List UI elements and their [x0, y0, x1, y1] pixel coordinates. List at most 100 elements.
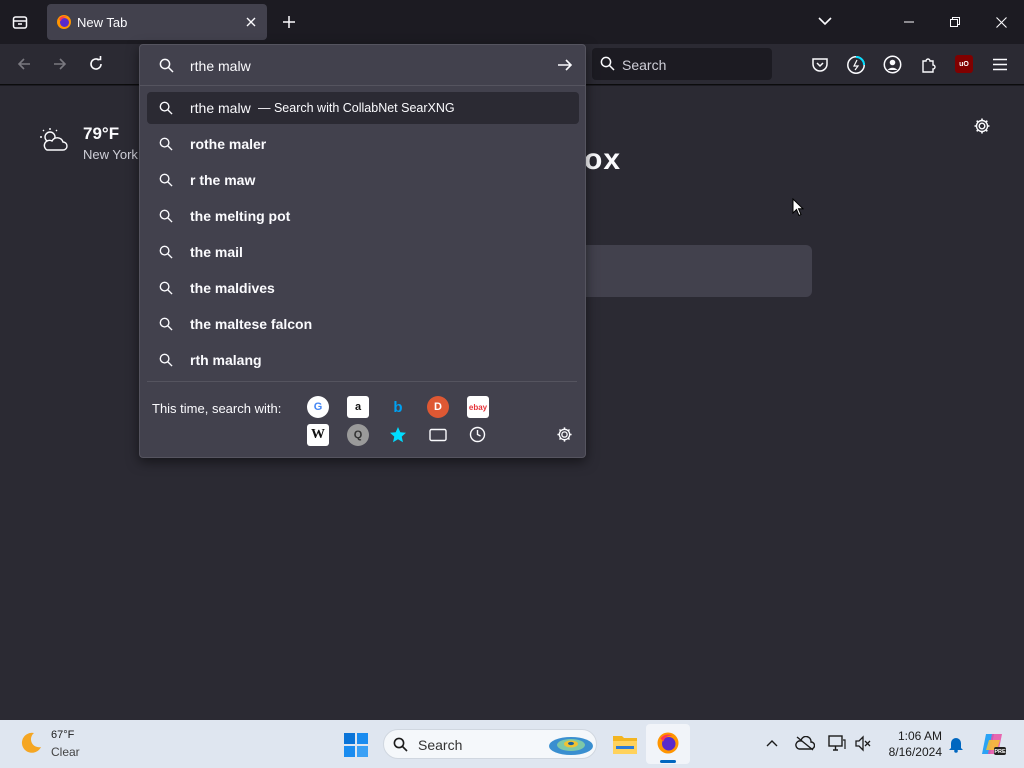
suggestion-text: rothe maler — [190, 136, 267, 152]
taskbar-date[interactable]: 8/16/2024 — [884, 745, 942, 759]
account-icon[interactable] — [883, 55, 902, 74]
list-all-tabs-icon[interactable] — [818, 16, 832, 26]
search-settings-gear-icon[interactable] — [556, 426, 573, 443]
network-icon[interactable] — [828, 735, 846, 752]
urlbar-value[interactable]: rthe malw — [190, 58, 251, 74]
new-tab-icon[interactable] — [282, 15, 296, 29]
oneoff-divider — [147, 381, 577, 382]
bing-icon[interactable]: b — [387, 396, 409, 418]
suggestion-row[interactable]: rth malang — [147, 344, 579, 376]
urlbar-dropdown: rthe malw rthe malw — Search with Collab… — [139, 44, 586, 458]
search-icon — [600, 56, 615, 71]
taskbar-search-label: Search — [418, 737, 463, 753]
weather-location: New York — [83, 147, 138, 162]
wikipedia-icon[interactable]: W — [307, 424, 329, 446]
hamburger-menu-icon[interactable] — [992, 58, 1008, 71]
searxng-icon[interactable]: Q — [347, 424, 369, 446]
suggestion-row[interactable]: the maltese falcon — [147, 308, 579, 340]
extensions-icon[interactable] — [920, 56, 937, 73]
partly-cloudy-icon — [40, 128, 68, 151]
search-highlight-icon — [549, 737, 593, 755]
pocket-icon[interactable] — [811, 56, 829, 74]
minimize-icon — [904, 21, 914, 23]
restore-button[interactable] — [932, 0, 978, 44]
search-icon — [159, 101, 173, 115]
firefox-logo-icon — [657, 732, 679, 754]
tab-list-button[interactable] — [6, 8, 34, 36]
notification-bell-icon[interactable] — [948, 735, 964, 753]
go-arrow-icon[interactable] — [557, 58, 573, 72]
chevron-up-icon[interactable] — [766, 739, 778, 747]
svg-text:PRE: PRE — [994, 749, 1006, 755]
reload-icon — [90, 56, 102, 70]
restore-icon — [950, 17, 960, 27]
toolbar-search-placeholder: Search — [622, 57, 667, 73]
copilot-icon[interactable]: PRE — [980, 732, 1006, 756]
suggestion-row[interactable]: the melting pot — [147, 200, 579, 232]
suggestion-text: rth malang — [190, 352, 262, 368]
forward-arrow-icon — [54, 58, 67, 70]
search-icon — [393, 737, 408, 752]
back-button[interactable] — [8, 48, 40, 80]
vpn-icon[interactable] — [846, 55, 866, 75]
suggestion-row[interactable]: r the maw — [147, 164, 579, 196]
tab-strip: New Tab — [0, 0, 1024, 44]
search-icon — [159, 245, 173, 259]
search-icon — [159, 317, 173, 331]
toolbar-search-box[interactable]: Search — [592, 48, 772, 80]
suggestion-text: the maldives — [190, 280, 275, 296]
tabs-icon[interactable] — [429, 428, 447, 442]
taskbar-weather-temp: 67°F — [51, 729, 75, 741]
taskbar-time[interactable]: 1:06 AM — [892, 729, 942, 743]
forward-button[interactable] — [44, 48, 76, 80]
urlbar-input[interactable]: rthe malw — [140, 45, 585, 86]
google-icon[interactable]: G — [307, 396, 329, 418]
ebay-icon[interactable]: ebay — [467, 396, 489, 418]
amazon-icon[interactable]: a — [347, 396, 369, 418]
suggestion-text: the maltese falcon — [190, 316, 313, 332]
close-tab-icon[interactable] — [245, 16, 257, 28]
mouse-cursor-icon — [792, 198, 804, 217]
tab-new-tab[interactable]: New Tab — [47, 4, 267, 40]
firefox-wordmark: ox — [584, 143, 622, 176]
search-icon — [159, 173, 173, 187]
heuristic-result-suffix: — Search with CollabNet SearXNG — [258, 101, 455, 115]
gear-icon[interactable] — [973, 117, 991, 135]
speaker-muted-icon[interactable] — [854, 735, 872, 752]
taskbar-firefox-app[interactable] — [646, 724, 690, 764]
file-explorer-icon[interactable] — [612, 732, 638, 756]
moon-weather-icon[interactable] — [18, 730, 44, 756]
search-icon — [159, 58, 174, 73]
firefox-view-icon — [12, 16, 28, 29]
close-window-button[interactable] — [978, 0, 1024, 44]
weather-temperature: 79°F — [83, 124, 120, 143]
history-icon[interactable] — [469, 426, 486, 443]
taskbar-weather-condition: Clear — [51, 745, 80, 759]
oneoff-label: This time, search with: — [152, 401, 282, 416]
search-icon — [159, 137, 173, 151]
reload-button[interactable] — [80, 48, 112, 80]
bookmarks-icon[interactable] — [389, 426, 407, 444]
suggestion-text: the mail — [190, 244, 243, 260]
duckduckgo-icon[interactable]: D — [427, 396, 449, 418]
suggestion-row[interactable]: the maldives — [147, 272, 579, 304]
search-icon — [159, 281, 173, 295]
page-search-box[interactable] — [584, 245, 812, 297]
heuristic-result-text: rthe malw — [190, 100, 251, 116]
search-icon — [159, 353, 173, 367]
back-arrow-icon — [17, 58, 30, 70]
firefox-logo-icon — [57, 15, 71, 29]
taskbar-search-box[interactable]: Search — [383, 729, 597, 759]
search-icon — [159, 209, 173, 223]
windows-start-icon[interactable] — [344, 733, 368, 757]
close-window-icon — [995, 16, 1007, 28]
suggestion-text: the melting pot — [190, 208, 291, 224]
ublock-origin-icon[interactable]: uO — [955, 55, 973, 73]
windows-taskbar: 67°F Clear Search 1:06 AM 8/16/2024 PRE — [0, 720, 1024, 768]
minimize-button[interactable] — [886, 0, 932, 44]
onedrive-offline-icon[interactable] — [795, 736, 815, 751]
suggestion-row[interactable]: the mail — [147, 236, 579, 268]
heuristic-result[interactable]: rthe malw — Search with CollabNet SearXN… — [147, 92, 579, 124]
suggestion-text: r the maw — [190, 172, 256, 188]
suggestion-row[interactable]: rothe maler — [147, 128, 579, 160]
